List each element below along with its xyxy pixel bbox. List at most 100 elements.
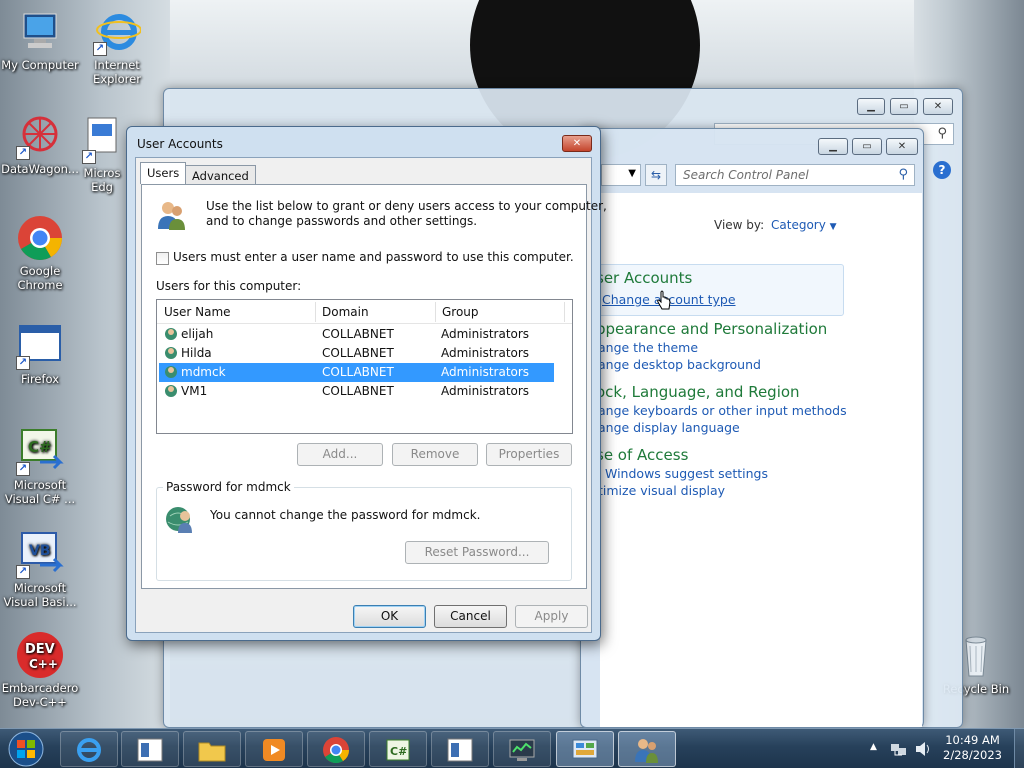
- category-ease-of-access[interactable]: se of Access: [596, 446, 688, 464]
- user-name: mdmck: [181, 365, 226, 379]
- start-button[interactable]: [6, 730, 46, 768]
- shortcut-arrow-icon: ↗: [16, 146, 30, 160]
- svg-text:C++: C++: [29, 657, 58, 671]
- category-appearance[interactable]: ppearance and Personalization: [596, 320, 827, 338]
- taskbar-visual-csharp[interactable]: C#: [369, 731, 427, 767]
- desktop-icon-dev-cpp[interactable]: DEV C++ Embarcadero Dev-C++: [0, 631, 80, 709]
- maximize-button[interactable]: ▭: [852, 138, 882, 155]
- desktop-icon-google-chrome[interactable]: Google Chrome: [0, 214, 80, 292]
- maximize-button[interactable]: ▭: [890, 98, 918, 115]
- network-icon[interactable]: [890, 740, 908, 758]
- help-icon[interactable]: ?: [933, 161, 951, 179]
- link-optimize-visual-display[interactable]: timize visual display: [598, 483, 725, 498]
- chrome-icon: [323, 737, 350, 764]
- svg-text:VB: VB: [29, 543, 51, 559]
- column-domain[interactable]: Domain: [322, 305, 369, 319]
- column-group[interactable]: Group: [442, 305, 479, 319]
- taskbar-window-app-2[interactable]: [431, 731, 489, 767]
- network-monitor-icon: [509, 739, 535, 761]
- internet-explorer-icon: ↗: [93, 8, 142, 56]
- shortcut-arrow-icon: ↗: [16, 356, 30, 370]
- category-clock-language[interactable]: ock, Language, and Region: [596, 383, 800, 401]
- volume-icon[interactable]: [914, 740, 932, 758]
- shortcut-arrow-icon: ↗: [82, 150, 96, 164]
- control-panel-search[interactable]: Search Control Panel ⚲: [675, 164, 915, 186]
- dev-cpp-icon: DEV C++: [16, 631, 64, 679]
- user-domain: COLLABNET: [322, 327, 394, 341]
- reset-password-button[interactable]: Reset Password...: [405, 541, 549, 564]
- category-user-accounts[interactable]: ser Accounts: [596, 269, 692, 287]
- user-row[interactable]: Hilda COLLABNET Administrators: [159, 344, 554, 363]
- desktop-icon-label: DataWagon...: [1, 162, 79, 176]
- taskbar-file-explorer[interactable]: [183, 731, 241, 767]
- add-user-button[interactable]: Add...: [297, 443, 383, 466]
- require-password-label: Users must enter a user name and passwor…: [173, 250, 574, 264]
- hand-cursor-icon: [657, 290, 671, 310]
- column-user-name[interactable]: User Name: [164, 305, 231, 319]
- ok-button[interactable]: OK: [353, 605, 426, 628]
- user-group: Administrators: [441, 365, 530, 379]
- minimize-button[interactable]: ▁: [818, 138, 848, 155]
- link-let-windows-suggest[interactable]: Windows suggest settings: [605, 466, 768, 481]
- csharp-icon: C#: [386, 739, 410, 761]
- cancel-button[interactable]: Cancel: [434, 605, 507, 628]
- desktop-icon-datawagon[interactable]: ↗ DataWagon...: [0, 112, 80, 176]
- user-domain: COLLABNET: [322, 346, 394, 360]
- taskbar-window-app[interactable]: [121, 731, 179, 767]
- taskbar-google-chrome[interactable]: [307, 731, 365, 767]
- system-clock[interactable]: 10:49 AM 2/28/2023: [943, 733, 1002, 763]
- internet-explorer-icon: [77, 738, 101, 762]
- column-divider[interactable]: [564, 302, 565, 322]
- desktop-icon-visual-basic[interactable]: VB ↗ Microsoft Visual Basi...: [0, 531, 80, 609]
- remove-user-button[interactable]: Remove: [392, 443, 478, 466]
- taskbar-media-player[interactable]: [245, 731, 303, 767]
- desktop-icon-internet-explorer[interactable]: ↗ Internet Explorer: [77, 8, 157, 86]
- desktop-icon-firefox[interactable]: ↗ Firefox: [0, 322, 80, 386]
- refresh-icon[interactable]: ⇆: [645, 164, 667, 186]
- search-placeholder: Search Control Panel: [683, 168, 809, 182]
- users-list-header: User Name Domain Group: [157, 300, 572, 324]
- tab-users[interactable]: Users: [140, 162, 187, 184]
- show-desktop-button[interactable]: [1014, 729, 1024, 768]
- link-change-display-language[interactable]: ange display language: [598, 420, 740, 435]
- application-window-icon: [137, 738, 163, 762]
- password-info-text: You cannot change the password for mdmck…: [210, 508, 481, 522]
- properties-button[interactable]: Properties: [486, 443, 572, 466]
- desktop-icon-visual-csharp[interactable]: C# ↗ Microsoft Visual C# ...: [0, 428, 80, 506]
- users-list[interactable]: User Name Domain Group elijah COLLABNET …: [156, 299, 573, 434]
- media-player-icon: [263, 739, 285, 761]
- chrome-icon: [16, 214, 64, 262]
- require-password-checkbox[interactable]: [156, 252, 169, 265]
- dialog-close-button[interactable]: ✕: [562, 135, 592, 152]
- tab-advanced[interactable]: Advanced: [185, 165, 256, 184]
- password-groupbox: Password for mdmck You cannot change the…: [156, 480, 572, 581]
- minimize-button[interactable]: ▁: [857, 98, 885, 115]
- close-button[interactable]: ✕: [886, 138, 918, 155]
- taskbar-network-tool[interactable]: [493, 731, 551, 767]
- user-globe-icon: [165, 328, 177, 340]
- apply-button[interactable]: Apply: [515, 605, 588, 628]
- taskbar-control-panel[interactable]: [556, 731, 614, 767]
- user-row-selected[interactable]: mdmck COLLABNET Administrators: [159, 363, 554, 382]
- user-accounts-dialog[interactable]: User Accounts ✕ Users Advanced Use the l…: [126, 126, 607, 641]
- link-change-desktop-background[interactable]: ange desktop background: [598, 357, 761, 372]
- shortcut-arrow-icon: ↗: [16, 565, 30, 579]
- users-list-label: Users for this computer:: [156, 279, 302, 293]
- users-tab-page: Use the list below to grant or deny user…: [141, 184, 607, 589]
- link-change-keyboards[interactable]: ange keyboards or other input methods: [598, 403, 847, 418]
- taskbar-user-accounts[interactable]: [618, 731, 676, 767]
- show-hidden-icons-icon[interactable]: ▲: [870, 742, 877, 752]
- desktop-icon-microsoft-edge[interactable]: ↗ Micros Edg: [77, 116, 127, 194]
- desktop-icon-label: Microsoft Visual Basi...: [3, 581, 77, 609]
- view-by-dropdown[interactable]: Category ▼: [771, 218, 837, 232]
- desktop-icon-my-computer[interactable]: My Computer: [0, 8, 80, 72]
- user-row[interactable]: elijah COLLABNET Administrators: [159, 325, 554, 344]
- link-change-theme[interactable]: ange the theme: [598, 340, 698, 355]
- csharp-icon: C# ↗: [16, 428, 64, 476]
- close-button[interactable]: ✕: [923, 98, 953, 115]
- address-dropdown[interactable]: ▼: [601, 164, 641, 186]
- taskbar-internet-explorer[interactable]: [60, 731, 118, 767]
- column-divider[interactable]: [435, 302, 436, 322]
- column-divider[interactable]: [315, 302, 316, 322]
- user-row[interactable]: VM1 COLLABNET Administrators: [159, 382, 554, 401]
